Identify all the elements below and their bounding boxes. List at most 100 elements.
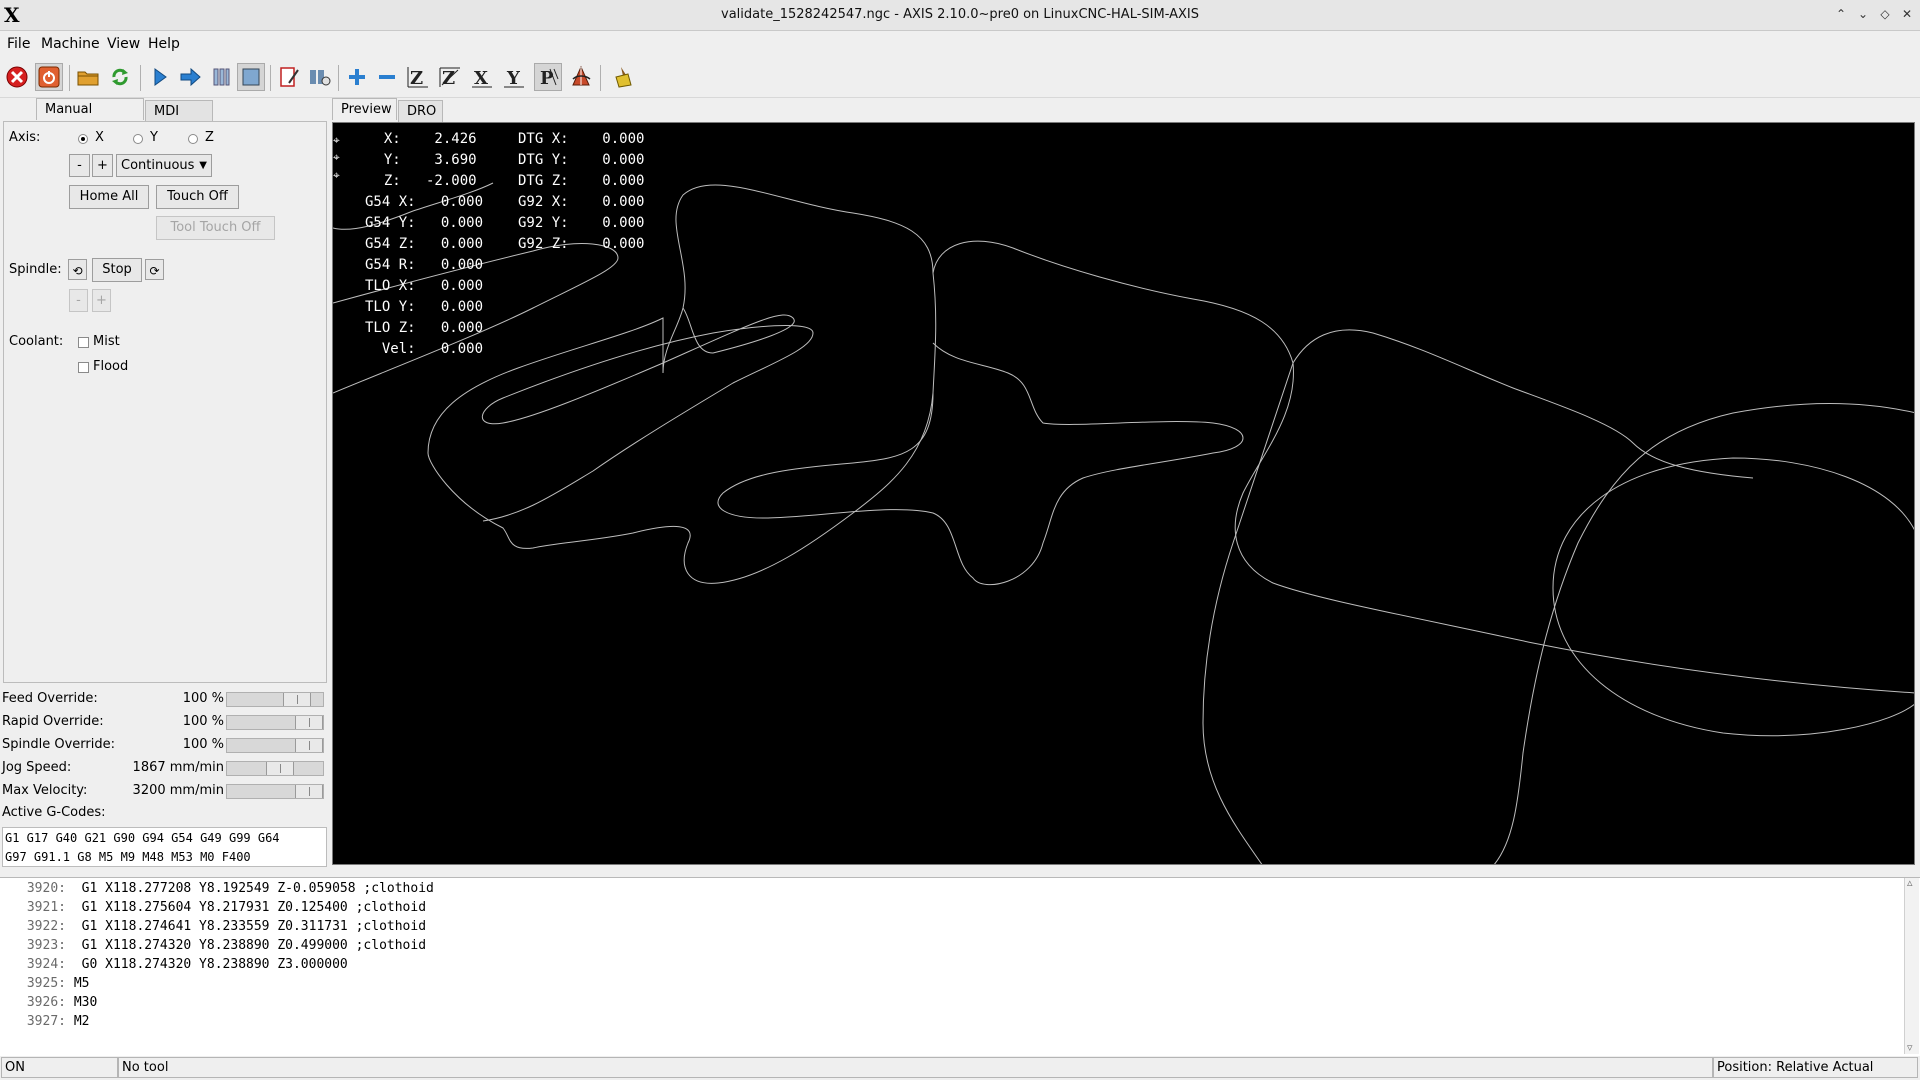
spindle-cw-icon: ⟳ — [149, 264, 160, 278]
rotate-view-icon[interactable] — [567, 63, 595, 91]
touch-off-button[interactable]: Touch Off — [156, 185, 239, 209]
jog-plus-button[interactable]: + — [92, 154, 113, 177]
axis-y-label: Y — [150, 130, 158, 145]
tool-touch-off-button[interactable]: Tool Touch Off — [156, 216, 275, 240]
line-text: M5 — [73, 976, 90, 991]
machine-power-icon[interactable] — [35, 63, 63, 91]
code-line[interactable]: 3922: G1 X118.274641 Y8.233559 Z0.311731… — [0, 917, 426, 936]
coolant-label: Coolant: — [9, 334, 64, 349]
reload-icon[interactable] — [106, 63, 134, 91]
slider-thumb[interactable] — [295, 739, 323, 752]
dro-g92-y: G92 Y: 0.000 — [518, 215, 645, 231]
flood-label: Flood — [93, 359, 129, 374]
code-line[interactable]: 3921: G1 X118.275604 Y8.217931 Z0.125400… — [0, 898, 426, 917]
spindle-cw-button[interactable]: ⟳ — [145, 259, 164, 280]
axis-y-radio[interactable] — [133, 134, 143, 144]
restore-icon[interactable]: ◇ — [1877, 6, 1893, 22]
view-p-icon[interactable]: P — [534, 63, 562, 91]
feed-override-slider[interactable] — [226, 692, 324, 707]
jog-minus-button[interactable]: - — [69, 154, 90, 177]
mist-checkbox[interactable] — [78, 337, 89, 348]
spindle-override-slider[interactable] — [226, 738, 324, 753]
optional-stop-icon[interactable] — [305, 63, 333, 91]
axis-x-radio[interactable] — [78, 134, 88, 144]
dro-y: Y: 3.690 — [367, 152, 477, 168]
tab-preview[interactable]: Preview — [332, 98, 397, 120]
svg-text:Z: Z — [410, 68, 423, 89]
home-all-button[interactable]: Home All — [69, 185, 149, 209]
status-bar: ON No tool Position: Relative Actual — [0, 1056, 1920, 1080]
menu-file[interactable]: File — [7, 36, 30, 52]
run-icon[interactable] — [146, 63, 174, 91]
code-line[interactable]: 3926: M30 — [0, 993, 97, 1012]
spindle-ccw-icon: ⟲ — [72, 264, 83, 278]
slider-thumb[interactable] — [295, 716, 323, 729]
spindle-slower-button[interactable]: - — [69, 289, 88, 312]
dro-tlo-z: TLO Z: 0.000 — [365, 320, 484, 336]
stop-icon[interactable] — [237, 63, 265, 91]
line-number: 3921: — [26, 900, 66, 915]
scroll-up-icon[interactable]: ▵ — [1907, 876, 1913, 889]
chevron-down-icon: ▼ — [199, 160, 207, 171]
flood-checkbox[interactable] — [78, 362, 89, 373]
tool-status: No tool — [118, 1057, 1713, 1078]
close-window-icon[interactable]: ✕ — [1899, 6, 1915, 22]
code-line[interactable]: 3927: M2 — [0, 1012, 90, 1031]
view-x-icon[interactable]: X — [468, 63, 496, 91]
svg-text:X: X — [474, 68, 488, 89]
view-z2-icon[interactable]: Z — [436, 63, 464, 91]
active-gcodes-box: G1 G17 G40 G21 G90 G94 G54 G49 G99 G64 G… — [2, 827, 327, 867]
block-delete-icon[interactable] — [275, 63, 303, 91]
step-icon[interactable] — [177, 63, 205, 91]
menu-help[interactable]: Help — [148, 36, 180, 52]
gcode-listing[interactable]: 3920: G1 X118.277208 Y8.192549 Z-0.05905… — [0, 876, 1920, 1057]
spindle-faster-button[interactable]: + — [92, 289, 111, 312]
zoom-out-icon[interactable] — [373, 63, 401, 91]
rapid-override-slider[interactable] — [226, 715, 324, 730]
view-z-icon[interactable]: Z — [404, 63, 432, 91]
scroll-down-icon[interactable]: ▿ — [1907, 1041, 1913, 1054]
menu-machine[interactable]: Machine — [41, 36, 100, 52]
line-text: G1 X118.275604 Y8.217931 Z0.125400 ;clot… — [81, 900, 427, 915]
estop-icon[interactable] — [3, 63, 31, 91]
spindle-stop-button[interactable]: Stop — [92, 258, 142, 282]
open-file-icon[interactable] — [74, 63, 102, 91]
tab-manual-control[interactable]: Manual Control [F3] — [36, 98, 144, 139]
zoom-in-icon[interactable] — [343, 63, 371, 91]
axis-z-radio[interactable] — [188, 134, 198, 144]
code-scrollbar[interactable]: ▵ ▿ — [1904, 876, 1919, 1054]
view-y-icon[interactable]: Y — [500, 63, 528, 91]
code-line[interactable]: 3920: G1 X118.277208 Y8.192549 Z-0.05905… — [0, 879, 434, 898]
code-line[interactable]: 3924: G0 X118.274320 Y8.238890 Z3.000000 — [0, 955, 348, 974]
code-line[interactable]: 3923: G1 X118.274320 Y8.238890 Z0.499000… — [0, 936, 426, 955]
menu-view[interactable]: View — [107, 36, 140, 52]
tab-dro[interactable]: DRO — [398, 100, 443, 122]
dro-g92-z: G92 Z: 0.000 — [518, 236, 645, 252]
line-number: 3926: — [26, 995, 66, 1010]
jog-speed-slider[interactable] — [226, 761, 324, 776]
slider-thumb[interactable] — [295, 785, 323, 798]
minimize-icon[interactable]: ⌄ — [1855, 6, 1871, 22]
max-velocity-value: 3200 mm/min — [132, 783, 224, 798]
spindle-ccw-button[interactable]: ⟲ — [68, 259, 87, 280]
jog-mode-select[interactable]: Continuous ▼ — [116, 154, 212, 177]
toolpath-preview[interactable]: ⌖ ⌖ ⌖ X: 2.426 Y: 3.690 Z: -2.000 G54 X:… — [332, 122, 1915, 865]
line-text: G0 X118.274320 Y8.238890 Z3.000000 — [81, 957, 348, 972]
slider-thumb[interactable] — [283, 693, 311, 706]
tab-mdi[interactable]: MDI [F5] — [145, 100, 213, 141]
machine-state: ON — [1, 1057, 118, 1078]
dro-g54-y: G54 Y: 0.000 — [365, 215, 484, 231]
clear-plot-icon[interactable] — [609, 63, 637, 91]
dro-g54-r: G54 R: 0.000 — [365, 257, 484, 273]
toolbar-separator — [69, 65, 70, 91]
axis-z-label: Z — [205, 130, 214, 145]
toolbar-separator — [600, 65, 601, 91]
code-line[interactable]: 3925: M5 — [0, 974, 90, 993]
max-velocity-slider[interactable] — [226, 784, 324, 799]
jog-speed-value: 1867 mm/min — [132, 760, 224, 775]
maximize-up-icon[interactable]: ⌃ — [1833, 6, 1849, 22]
pause-icon[interactable] — [207, 63, 235, 91]
dro-z: Z: -2.000 — [367, 173, 477, 189]
dro-dtg-z: DTG Z: 0.000 — [518, 173, 645, 189]
slider-thumb[interactable] — [266, 762, 294, 775]
